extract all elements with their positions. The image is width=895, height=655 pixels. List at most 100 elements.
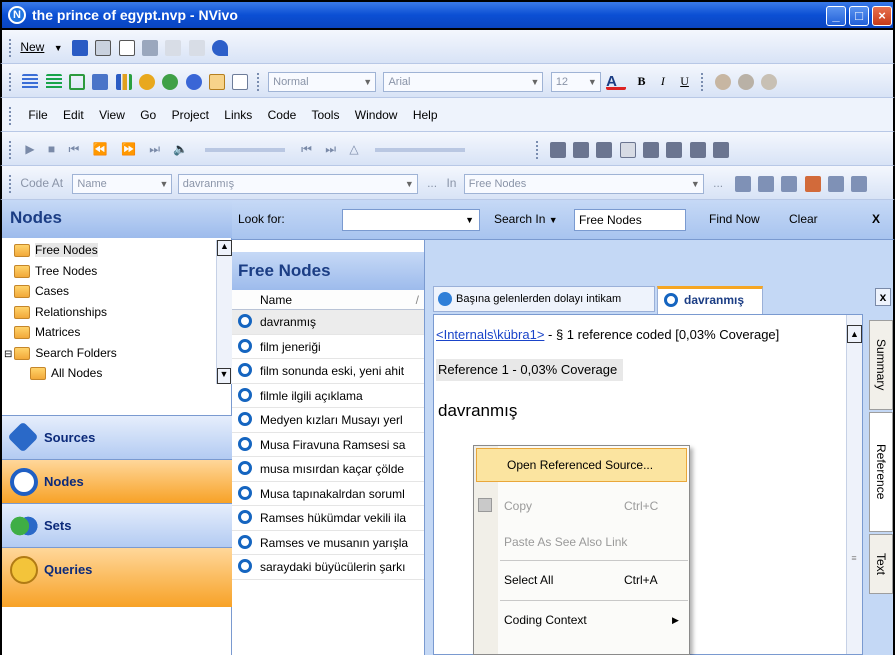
toolbar-grip[interactable] bbox=[536, 140, 540, 159]
tree-item-matrices[interactable]: Matrices bbox=[14, 322, 216, 343]
highlight-icon[interactable] bbox=[45, 73, 62, 90]
fast-forward-icon[interactable]: ⏩ bbox=[121, 142, 136, 156]
toolbar-grip[interactable] bbox=[9, 38, 13, 57]
print-icon[interactable] bbox=[95, 39, 112, 56]
grid-icon[interactable] bbox=[689, 141, 706, 158]
italic-icon[interactable]: I bbox=[661, 74, 665, 88]
list-item[interactable]: saraydaki büyücülerin şarkı bbox=[232, 555, 424, 580]
menu-item-paste-see-also-link[interactable]: Paste As See Also Link bbox=[474, 524, 689, 560]
grid-icon[interactable] bbox=[549, 141, 566, 158]
menu-tools[interactable]: Tools bbox=[311, 108, 339, 122]
list-item[interactable]: Musa Firavuna Ramsesi sa bbox=[232, 433, 424, 457]
model-icon[interactable] bbox=[139, 73, 156, 90]
look-for-input[interactable]: ▼ bbox=[342, 209, 480, 231]
save-icon[interactable] bbox=[71, 39, 88, 56]
highlight-coding-icon[interactable] bbox=[851, 175, 868, 192]
list-item[interactable]: filmle ilgili açıklama bbox=[232, 384, 424, 408]
code-at-name-select[interactable]: Name ▼ bbox=[72, 173, 173, 194]
query-icon[interactable] bbox=[162, 73, 179, 90]
grid-icon[interactable] bbox=[619, 141, 636, 158]
toolbar-grip[interactable] bbox=[9, 72, 13, 91]
font-select[interactable]: Arial ▼ bbox=[383, 71, 544, 92]
align-icon[interactable] bbox=[22, 73, 39, 90]
grid-icon[interactable] bbox=[713, 141, 730, 158]
search-in-dropdown[interactable]: Search In ▼ bbox=[494, 212, 558, 226]
code-selection-icon[interactable] bbox=[734, 175, 751, 192]
list-item[interactable]: Ramses ve musanın yarışla bbox=[232, 531, 424, 555]
mark-end-icon[interactable]: ⏭ bbox=[325, 142, 336, 156]
list-item[interactable]: film sonunda eski, yeni ahit bbox=[232, 359, 424, 384]
source-link[interactable]: <Internals\kübra1> bbox=[436, 327, 544, 342]
mark-start-icon[interactable]: ⏮ bbox=[301, 142, 312, 156]
chart-icon[interactable] bbox=[115, 73, 132, 90]
menu-window[interactable]: Window bbox=[355, 108, 398, 122]
tree-item-all-nodes[interactable]: All Nodes bbox=[30, 363, 216, 384]
view-icon[interactable] bbox=[209, 73, 226, 90]
code-at-node-select[interactable]: davranmış ▼ bbox=[177, 173, 418, 194]
link-icon[interactable] bbox=[92, 73, 109, 90]
paste-icon[interactable] bbox=[188, 39, 205, 56]
toolbar-grip[interactable] bbox=[701, 72, 705, 91]
document-scrollbar[interactable]: ▲ ≡ bbox=[846, 315, 862, 654]
side-tab-text[interactable]: Text bbox=[869, 534, 893, 594]
list-item[interactable]: musa mısırdan kaçar çölde bbox=[232, 457, 424, 482]
list-item[interactable]: film jeneriği bbox=[232, 335, 424, 359]
font-size-select[interactable]: 12 ▼ bbox=[550, 71, 601, 92]
volume-icon[interactable]: 🔈 bbox=[173, 142, 188, 156]
name-column-header[interactable]: Name / bbox=[232, 290, 424, 310]
in-select[interactable]: Free Nodes ▼ bbox=[463, 173, 704, 194]
nav-button-sources[interactable]: Sources bbox=[2, 415, 234, 459]
tree-item-search-folders[interactable]: ⊟ Search Folders bbox=[4, 343, 216, 364]
find-now-button[interactable]: Find Now bbox=[709, 212, 760, 226]
coding-density-icon[interactable] bbox=[804, 175, 821, 192]
menu-item-open-referenced-source[interactable]: Open Referenced Source... bbox=[476, 448, 687, 482]
speed-slider[interactable] bbox=[374, 147, 465, 152]
toolbar-grip[interactable] bbox=[9, 106, 13, 125]
stop-icon[interactable]: ■ bbox=[48, 142, 55, 156]
playback-slider[interactable] bbox=[204, 147, 285, 152]
code-in-vivo-icon[interactable] bbox=[714, 73, 731, 90]
nav-button-sets[interactable]: Sets bbox=[2, 503, 234, 547]
menu-item-coding-context[interactable]: Coding Context ▶ bbox=[474, 602, 689, 638]
tab-basina-gelenlerden[interactable]: Başına gelenlerden dolayı intikam bbox=[433, 286, 655, 312]
grid-icon[interactable] bbox=[596, 141, 613, 158]
play-icon[interactable]: ▶ bbox=[25, 142, 34, 156]
side-tab-summary[interactable]: Summary bbox=[869, 320, 893, 410]
tab-davranmis[interactable]: davranmış bbox=[657, 286, 763, 314]
skip-end-icon[interactable]: ⏭ bbox=[149, 142, 160, 156]
tree-item-free-nodes[interactable]: Free Nodes bbox=[14, 240, 216, 261]
collapse-icon[interactable]: ⊟ bbox=[4, 349, 12, 360]
minimize-button[interactable]: _ bbox=[826, 6, 846, 26]
help-icon[interactable] bbox=[185, 73, 202, 90]
print-preview-icon[interactable] bbox=[118, 39, 135, 56]
maximize-button[interactable]: □ bbox=[849, 6, 869, 26]
menu-item-copy[interactable]: Copy Ctrl+C bbox=[474, 488, 689, 524]
menu-file[interactable]: File bbox=[28, 108, 47, 122]
menu-project[interactable]: Project bbox=[172, 108, 209, 122]
toolbar-grip[interactable] bbox=[9, 140, 13, 159]
menu-edit[interactable]: Edit bbox=[63, 108, 84, 122]
skip-start-icon[interactable]: ⏮ bbox=[69, 142, 80, 156]
list-item[interactable]: Musa tapınakalrdan soruml bbox=[232, 482, 424, 506]
toolbar-grip[interactable] bbox=[9, 174, 13, 193]
list-item[interactable]: Medyen kızları Musayı yerl bbox=[232, 408, 424, 433]
close-find-button[interactable]: X bbox=[872, 212, 880, 226]
tree-scrollbar[interactable]: ▲ ▼ bbox=[216, 240, 232, 384]
code-at-browse-button[interactable]: ... bbox=[427, 176, 437, 190]
font-color-icon[interactable]: A bbox=[606, 73, 627, 90]
menu-code[interactable]: Code bbox=[268, 108, 297, 122]
grid-icon[interactable] bbox=[643, 141, 660, 158]
menu-links[interactable]: Links bbox=[224, 108, 252, 122]
grid-icon[interactable] bbox=[572, 141, 589, 158]
speed-icon[interactable]: △ bbox=[349, 142, 358, 156]
nav-button-queries[interactable]: Queries bbox=[2, 547, 234, 607]
uncode-selection-icon[interactable] bbox=[757, 175, 774, 192]
close-window-button[interactable]: × bbox=[872, 6, 892, 26]
menu-view[interactable]: View bbox=[99, 108, 125, 122]
tree-item-relationships[interactable]: Relationships bbox=[14, 302, 216, 323]
underline-icon[interactable]: U bbox=[680, 74, 689, 88]
grid-icon[interactable] bbox=[666, 141, 683, 158]
undo-icon[interactable] bbox=[212, 39, 229, 56]
copy-icon[interactable] bbox=[165, 39, 182, 56]
list-item[interactable]: davranmış bbox=[232, 310, 424, 335]
